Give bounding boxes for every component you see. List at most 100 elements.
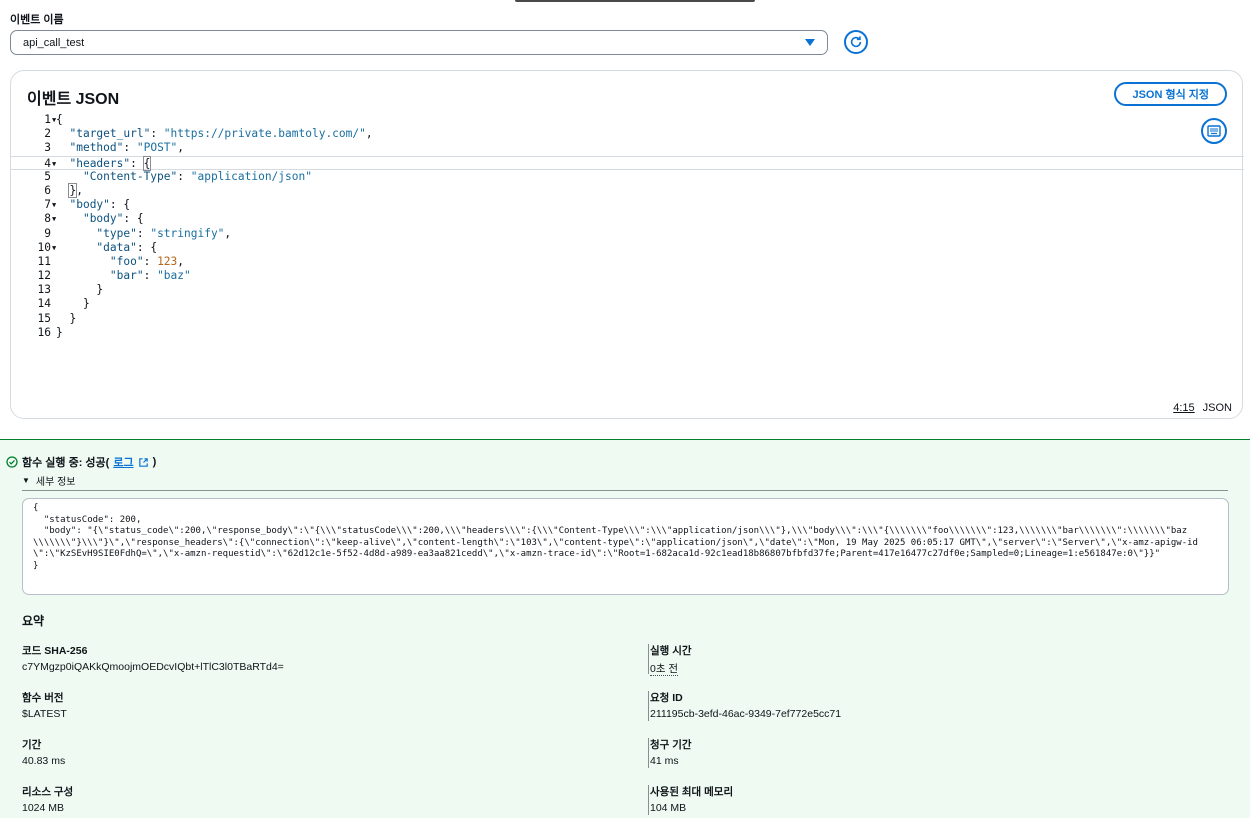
summary-item: 실행 시간 0초 전 [650,643,692,676]
line-code: } [96,283,104,297]
code-line[interactable]: 1 ▼{ [11,113,1191,127]
line-code: } [69,311,77,325]
summary-item: 함수 버전 $LATEST [22,690,67,720]
line-code: "target_url": "https://private.bamtoly.c… [69,127,373,141]
code-line[interactable]: 4 ▼ "headers": { [11,155,1244,171]
line-code: "body": { [69,198,131,212]
format-json-button[interactable]: JSON 형식 지정 [1114,82,1227,106]
success-check-icon [6,456,18,468]
line-number: 13 [37,283,51,297]
summary-label: 사용된 최대 메모리 [650,786,734,798]
result-heading: 함수 실행 중: 성공(로그 ) [6,454,156,470]
line-code: "bar": "baz" [109,269,191,283]
summary-label: 코드 SHA-256 [22,645,88,657]
summary-item: 코드 SHA-256 c7YMgzp0iQAKkQmoojmOEDcvIQbt+l… [22,643,284,673]
line-number: 10 [37,240,51,254]
line-number: 1 [44,113,51,126]
line-number: 7 [44,198,51,212]
line-code: "foo": 123, [109,254,185,268]
line-number: 5 [44,169,51,183]
code-line[interactable]: 6 }, [11,182,1191,198]
line-code: "type": "stringify", [96,226,232,240]
summary-value: c7YMgzp0iQAKkQmoojmOEDcvIQbt+lTlC3l0TBaR… [22,661,284,673]
summary-value: 1024 MB [22,802,65,814]
summary-item: 요청 ID 211195cb-3efd-46ac-9349-7ef772e5cc7… [650,690,841,720]
code-line[interactable]: 15 } [11,312,1191,326]
column-divider [648,738,649,768]
summary-value: 41 ms [650,755,679,767]
column-divider [648,785,649,815]
line-number: 15 [37,311,51,325]
line-number: 4 [44,156,51,170]
column-divider [648,644,649,674]
line-code: "data": { [96,240,158,254]
code-line[interactable]: 8 ▼ "body": { [11,212,1191,226]
summary-item: 청구 기간 41 ms [650,737,692,767]
panel-title: 이벤트 JSON [27,91,120,108]
event-name-select[interactable]: api_call_test [10,30,828,55]
line-code: } [56,325,63,339]
details-toggle[interactable]: ▼ 세부 정보 [22,473,76,488]
code-line[interactable]: 2 "target_url": "https://private.bamtoly… [11,127,1191,141]
summary-value: 0초 전 [650,663,679,676]
details-divider [22,490,1228,491]
line-code: } [82,297,90,311]
caret-down-icon [805,39,815,46]
keyboard-button[interactable] [1201,118,1227,144]
triangle-down-icon: ▼ [22,476,30,485]
line-number: 6 [44,183,51,197]
summary-label: 리소스 구성 [22,786,74,798]
summary-value: $LATEST [22,708,67,720]
line-number: 16 [37,325,51,339]
editor-status-bar: 4:15 JSON [1173,402,1232,414]
cursor-position: 4:15 [1173,402,1195,414]
refresh-icon [850,36,862,48]
line-number: 3 [44,141,51,155]
line-number: 14 [37,297,51,311]
summary-label: 실행 시간 [650,645,692,657]
summary-label: 요청 ID [650,692,683,704]
line-code: "Content-Type": "application/json" [82,169,312,183]
line-number: 2 [44,127,51,141]
event-json-panel: 이벤트 JSON JSON 형식 지정 1 ▼{2 "target_url": "… [10,70,1244,419]
summary-value: 211195cb-3efd-46ac-9349-7ef772e5cc71 [650,708,842,720]
code-line[interactable]: 3 "method": "POST", [11,141,1191,155]
refresh-button[interactable] [844,30,868,54]
column-divider [648,691,649,721]
code-line[interactable]: 9 "type": "stringify", [11,227,1191,241]
summary-label: 기간 [22,739,42,751]
execution-output[interactable]: { "statusCode": 200, "body": "{\"status_… [22,498,1229,595]
line-code: "headers": { [69,155,152,171]
summary-item: 사용된 최대 메모리 104 MB [650,784,733,814]
line-code: }, [68,182,83,198]
event-name-label: 이벤트 이름 [10,14,64,26]
json-code-editor[interactable]: 1 ▼{2 "target_url": "https://private.bamt… [11,113,1244,340]
line-number: 12 [37,269,51,283]
code-line[interactable]: 12 "bar": "baz" [11,269,1191,283]
code-line[interactable]: 10 ▼ "data": { [11,241,1191,255]
code-line[interactable]: 16} [11,326,1191,340]
line-code: { [56,113,63,126]
code-line[interactable]: 11 "foo": 123, [11,255,1191,269]
execution-result: 함수 실행 중: 성공(로그 ) ▼ 세부 정보 { "statusCode":… [0,439,1250,818]
code-line[interactable]: 5 "Content-Type": "application/json" [11,170,1191,184]
result-heading-suffix: ) [152,456,157,468]
summary-value: 40.83 ms [22,755,66,767]
result-heading-text: 함수 실행 중: 성공( [22,457,110,469]
summary-item: 리소스 구성 1024 MB [22,784,73,814]
event-name-value: api_call_test [23,36,85,49]
summary-value: 104 MB [650,802,687,814]
log-link[interactable]: 로그 [113,454,133,470]
line-number: 8 [44,212,51,226]
code-line[interactable]: 7 ▼ "body": { [11,198,1191,212]
code-line[interactable]: 13 } [11,283,1191,297]
keyboard-icon [1207,125,1221,137]
editor-language: JSON [1202,402,1232,414]
top-overlay-edge [515,0,755,2]
code-line[interactable]: 14 } [11,297,1191,311]
summary-label: 청구 기간 [650,739,692,751]
summary-item: 기간 40.83 ms [22,737,65,767]
line-number: 9 [44,226,51,240]
external-link-icon[interactable] [138,457,149,468]
details-label: 세부 정보 [35,477,76,488]
